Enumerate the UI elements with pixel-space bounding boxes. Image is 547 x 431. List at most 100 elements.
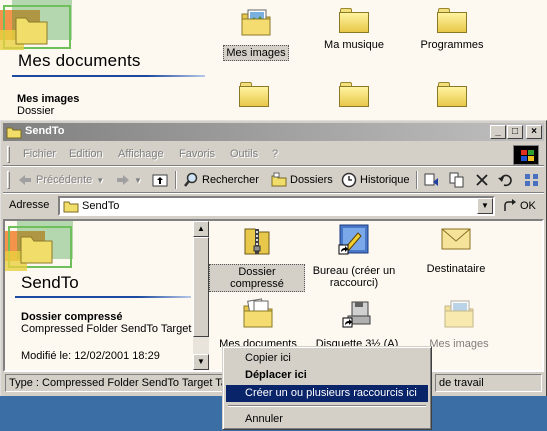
folder-icon bbox=[338, 6, 370, 34]
menu-item-deplacer-ici[interactable]: Déplacer ici bbox=[226, 367, 428, 384]
back-button[interactable]: Précédente ▼ bbox=[17, 171, 104, 189]
icon-label: Ma musique bbox=[324, 39, 384, 51]
status-type: Type : Compressed Folder SendTo Target T… bbox=[5, 374, 226, 392]
folder-images-icon bbox=[241, 9, 271, 36]
drag-drop-context-menu: Copier ici Déplacer ici Créer un ou plus… bbox=[222, 346, 432, 430]
folder-icon[interactable] bbox=[238, 80, 270, 108]
icon-bureau-raccourci[interactable]: Bureau (créer un raccourci) bbox=[307, 223, 401, 290]
search-button[interactable]: Rechercher bbox=[183, 171, 259, 189]
history-icon bbox=[341, 172, 357, 188]
undo-icon bbox=[497, 172, 513, 188]
forward-button[interactable]: ▼ bbox=[115, 171, 142, 189]
back-label: Précédente bbox=[36, 174, 93, 186]
back-window-title: Mes documents bbox=[18, 51, 141, 70]
folders-icon bbox=[271, 172, 287, 188]
folder-icon[interactable] bbox=[338, 80, 370, 108]
menu-outils[interactable]: Outils bbox=[230, 148, 258, 160]
standard-toolbar: Précédente ▼ ▼ Rechercher Dossiers Histo… bbox=[3, 167, 544, 193]
icon-label: Programmes bbox=[420, 39, 484, 51]
scroll-thumb[interactable] bbox=[193, 237, 209, 337]
icon-disquette[interactable]: Disquette 3½ (A) bbox=[311, 298, 403, 351]
chevron-down-icon: ▼ bbox=[96, 175, 105, 185]
go-button[interactable]: OK bbox=[502, 198, 536, 214]
back-selected-type: Dossier bbox=[17, 105, 55, 117]
separator bbox=[416, 171, 418, 189]
menu-affichage[interactable]: Affichage bbox=[118, 148, 164, 160]
windows-logo-icon bbox=[513, 145, 539, 165]
search-label: Rechercher bbox=[202, 174, 259, 186]
floppy-icon bbox=[342, 301, 371, 328]
delete-button[interactable] bbox=[474, 171, 493, 189]
menu-edition[interactable]: Edition bbox=[69, 148, 103, 160]
maximize-button[interactable]: □ bbox=[507, 125, 523, 139]
undo-button[interactable] bbox=[497, 171, 516, 189]
mail-icon bbox=[441, 228, 471, 250]
views-button[interactable] bbox=[524, 171, 543, 189]
address-dropdown-button[interactable]: ▼ bbox=[477, 198, 493, 214]
icon-label: Destinataire bbox=[426, 263, 486, 275]
background-window-mes-documents: Mes documents Mes images Dossier Mes ima… bbox=[0, 0, 547, 120]
up-folder-button[interactable] bbox=[152, 171, 171, 189]
views-icon bbox=[524, 172, 540, 188]
go-label: OK bbox=[520, 200, 536, 212]
menu-item-creer-raccourcis[interactable]: Créer un ou plusieurs raccourcis ici bbox=[226, 385, 428, 402]
folder-images-icon bbox=[444, 300, 474, 328]
chevron-down-icon: ▼ bbox=[134, 175, 142, 185]
scroll-down-button[interactable]: ▼ bbox=[193, 354, 209, 370]
icon-ma-musique[interactable]: Ma musique bbox=[312, 6, 396, 52]
folder-icon[interactable] bbox=[436, 80, 468, 108]
window-title: SendTo bbox=[25, 125, 65, 137]
selected-item-description: Compressed Folder SendTo Target bbox=[21, 323, 192, 335]
panel-title: SendTo bbox=[21, 273, 79, 292]
icon-label: Bureau (créer un raccourci) bbox=[312, 265, 396, 289]
copy-to-button[interactable] bbox=[449, 171, 468, 189]
back-selected-name: Mes images bbox=[17, 93, 80, 105]
address-bar: Adresse SendTo ▼ OK bbox=[3, 194, 544, 218]
folders-label: Dossiers bbox=[290, 174, 333, 186]
icon-programmes[interactable]: Programmes bbox=[412, 6, 492, 52]
menu-bar: Fichier Edition Affichage Favoris Outils… bbox=[3, 143, 544, 165]
icon-mes-images-ghost: Mes images bbox=[419, 298, 499, 351]
minimize-button[interactable]: _ bbox=[490, 125, 506, 139]
move-to-button[interactable] bbox=[424, 171, 443, 189]
vertical-scrollbar[interactable]: ▲ ▼ bbox=[193, 221, 209, 370]
menu-separator bbox=[228, 405, 426, 407]
folders-button[interactable]: Dossiers bbox=[271, 171, 333, 189]
icon-label: Mes images bbox=[429, 338, 489, 350]
arrow-left-icon bbox=[17, 172, 33, 188]
address-input[interactable]: SendTo ▼ bbox=[58, 196, 495, 216]
toolbar-grip[interactable] bbox=[7, 146, 10, 163]
folder-icon bbox=[63, 201, 79, 213]
move-to-icon bbox=[424, 172, 440, 188]
menu-help[interactable]: ? bbox=[272, 148, 278, 160]
separator bbox=[175, 171, 177, 189]
go-arrow-icon bbox=[504, 199, 516, 211]
copy-to-icon bbox=[449, 172, 465, 188]
menu-fichier[interactable]: Fichier bbox=[23, 148, 56, 160]
delete-icon bbox=[474, 172, 490, 188]
menu-favoris[interactable]: Favoris bbox=[179, 148, 215, 160]
zip-folder-icon bbox=[244, 228, 270, 255]
folder-docs-icon bbox=[243, 298, 273, 328]
folder-icon bbox=[6, 127, 22, 139]
toolbar-grip[interactable] bbox=[7, 171, 10, 189]
icon-destinataire[interactable]: Destinataire bbox=[419, 223, 493, 276]
close-button[interactable]: × bbox=[526, 125, 542, 139]
icon-label: Mes images bbox=[223, 45, 289, 61]
title-bar[interactable]: SendTo _ □ × bbox=[3, 123, 544, 141]
icon-mes-documents[interactable]: Mes documents bbox=[213, 298, 303, 351]
scroll-up-button[interactable]: ▲ bbox=[193, 221, 209, 237]
divider bbox=[15, 296, 191, 298]
menu-item-annuler[interactable]: Annuler bbox=[226, 411, 428, 428]
search-icon bbox=[183, 172, 199, 188]
selected-item-name: Dossier compressé bbox=[21, 311, 123, 323]
divider bbox=[12, 75, 205, 77]
history-button[interactable]: Historique bbox=[341, 171, 410, 189]
up-folder-icon bbox=[152, 172, 168, 188]
selected-item-modified: Modifié le: 12/02/2001 18:29 bbox=[21, 350, 160, 362]
menu-item-copier-ici[interactable]: Copier ici bbox=[226, 350, 428, 367]
desktop-shortcut-icon bbox=[338, 224, 369, 255]
icon-mes-images[interactable]: Mes images bbox=[216, 6, 296, 61]
icon-label: Dossier compressé bbox=[209, 264, 305, 292]
icon-dossier-compresse[interactable]: Dossier compressé bbox=[209, 223, 305, 292]
